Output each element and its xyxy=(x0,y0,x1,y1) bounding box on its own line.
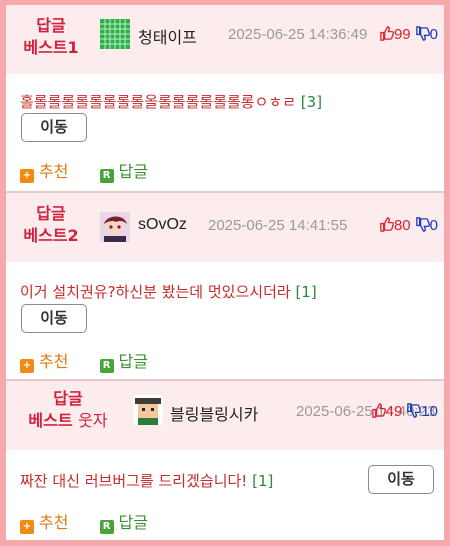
recommend-label: 추천 xyxy=(39,513,69,532)
comment-card-3: 답글 베스트 웃자 블링블링시카 2025-06-25 14:40:23 49 1… xyxy=(6,381,444,540)
thumbs-down-icon xyxy=(407,403,422,418)
best-badge: 답글 베스트 웃자 xyxy=(6,388,130,432)
reply-button[interactable]: R 답글 xyxy=(99,509,148,534)
downvote-button[interactable]: 0 xyxy=(415,217,438,234)
reply-count: [3] xyxy=(300,93,323,111)
comment-body: 이거 설치권유?하신분 봤는데 멋있으시더라 xyxy=(20,283,291,301)
recommend-button[interactable]: + 추천 xyxy=(20,348,68,373)
move-button[interactable]: 이동 xyxy=(21,113,87,142)
thumbs-up-icon xyxy=(380,217,394,232)
comment-date: 2025-06-25 14:41:55 xyxy=(208,217,348,234)
reply-button[interactable]: R 답글 xyxy=(99,158,148,183)
comment-text: 이거 설치권유?하신분 봤는데 멋있으시더라 [1] xyxy=(20,281,317,302)
badge-label-line2: 베스트 xyxy=(28,411,73,430)
best-badge: 답글 베스트1 xyxy=(6,15,96,59)
thumbs-down-icon xyxy=(415,26,430,41)
plus-icon: + xyxy=(20,169,34,183)
badge-label-line1: 답글 xyxy=(36,204,66,223)
reply-icon: R xyxy=(99,359,114,373)
downvote-count: 10 xyxy=(421,403,438,420)
reply-count: [1] xyxy=(295,283,317,301)
reply-label: 답글 xyxy=(118,352,148,371)
thumbs-down-icon xyxy=(415,217,430,232)
recommend-label: 추천 xyxy=(39,162,69,181)
upvote-count: 99 xyxy=(393,26,411,43)
anime-avatar-icon xyxy=(100,212,130,242)
comment-actions: + 추천 R 답글 xyxy=(20,348,174,373)
comment-date: 2025-06-25 14:36:49 xyxy=(228,26,368,43)
reply-icon: R xyxy=(99,169,114,183)
reply-count: [1] xyxy=(252,472,274,490)
comment-header: 답글 베스트2 sOvOz 2025-06-25 14:41:55 80 0 xyxy=(6,193,444,262)
comment-card-2: 답글 베스트2 sOvOz 2025-06-25 14:41:55 80 0 이거… xyxy=(6,193,444,379)
badge-label-line2: 베스트2 xyxy=(23,226,79,245)
reply-button[interactable]: R 답글 xyxy=(99,348,148,373)
plus-icon: + xyxy=(20,520,34,534)
upvote-count: 49 xyxy=(385,403,403,420)
badge-label-line1: 답글 xyxy=(53,389,83,408)
best-badge: 답글 베스트2 xyxy=(6,203,96,247)
upvote-button[interactable]: 80 xyxy=(379,217,411,234)
move-button[interactable]: 이동 xyxy=(368,465,434,494)
reply-icon: R xyxy=(99,520,114,534)
pixel-character-icon xyxy=(133,395,163,425)
comment-actions: + 추천 R 답글 xyxy=(20,509,174,534)
thumbs-up-icon xyxy=(380,26,394,41)
plus-icon: + xyxy=(20,359,34,373)
recommend-label: 추천 xyxy=(39,352,69,371)
badge-label-line1: 답글 xyxy=(36,16,66,35)
badge-suffix: 웃자 xyxy=(78,411,108,430)
best-replies-panel: 답글 베스트1 청태이프 2025-06-25 14:36:49 99 0 홀롤롤… xyxy=(6,5,444,540)
comment-header: 답글 베스트 웃자 블링블링시카 2025-06-25 14:40:23 49 1… xyxy=(6,381,444,450)
vote-counts: 99 0 xyxy=(379,26,438,43)
vote-counts: 80 0 xyxy=(379,217,438,234)
thumbs-up-icon xyxy=(371,403,386,418)
recommend-button[interactable]: + 추천 xyxy=(20,509,68,534)
downvote-button[interactable]: 10 xyxy=(406,403,438,420)
upvote-button[interactable]: 49 xyxy=(371,403,403,420)
reply-label: 답글 xyxy=(118,162,148,181)
nickname[interactable]: 블링블링시카 xyxy=(170,401,258,425)
comment-text: 짜잔 대신 러브버그를 드리겠습니다! [1] xyxy=(20,470,273,491)
vote-counts: 49 10 xyxy=(371,403,438,420)
comment-actions: + 추천 R 답글 xyxy=(20,158,174,183)
reply-label: 답글 xyxy=(118,513,148,532)
comment-body: 홀롤롤롤롤롤롤롤롤올롤롤롤롤롤롤롱ㅇㅎㄹ xyxy=(20,93,297,111)
move-button[interactable]: 이동 xyxy=(21,304,87,333)
comment-card-1: 답글 베스트1 청태이프 2025-06-25 14:36:49 99 0 홀롤롤… xyxy=(6,5,444,191)
recommend-button[interactable]: + 추천 xyxy=(20,158,68,183)
comment-header: 답글 베스트1 청태이프 2025-06-25 14:36:49 99 0 xyxy=(6,5,444,74)
downvote-count: 0 xyxy=(429,217,438,234)
nickname[interactable]: sOvOz xyxy=(138,216,187,234)
upvote-button[interactable]: 99 xyxy=(379,26,411,43)
badge-label-line2: 베스트1 xyxy=(23,38,79,57)
upvote-count: 80 xyxy=(393,217,411,234)
comment-body: 짜잔 대신 러브버그를 드리겠습니다! xyxy=(20,472,248,490)
comment-text: 홀롤롤롤롤롤롤롤롤올롤롤롤롤롤롤롱ㅇㅎㄹ [3] xyxy=(20,91,322,112)
nickname[interactable]: 청태이프 xyxy=(138,24,197,48)
green-grid-icon xyxy=(100,19,130,49)
downvote-count: 0 xyxy=(429,26,438,43)
downvote-button[interactable]: 0 xyxy=(415,26,438,43)
